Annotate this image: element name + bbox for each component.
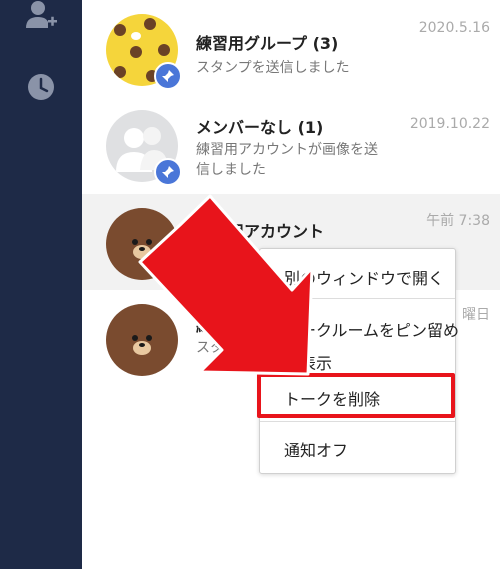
chat-name: 練習 <box>196 316 229 335</box>
chat-name: 練習用アカウント <box>196 222 325 241</box>
context-menu: 別のウィンドウで開く トークルームをピン留め 非表示 トークを削除 通知オフ <box>259 248 459 474</box>
menu-item-open-new-window[interactable]: 別のウィンドウで開く <box>284 265 444 289</box>
sidebar <box>0 0 82 569</box>
chat-date: 午前 7:38 <box>426 213 490 229</box>
clock-icon[interactable] <box>24 70 58 104</box>
menu-item-notify-off[interactable]: 通知オフ <box>284 437 348 461</box>
pin-icon <box>154 62 182 90</box>
chat-date: 2019.10.22 <box>409 116 490 132</box>
chat-date: 曜日 <box>462 307 490 323</box>
chat-preview: 練習用アカウントが画像を送信しました <box>196 142 378 178</box>
chat-name: メンバーなし (1) <box>196 118 324 137</box>
menu-item-pin-room[interactable]: トークルームをピン留め <box>284 317 459 341</box>
chat-row-no-members[interactable]: メンバーなし (1) 練習用アカウントが画像を送信しました 2019.10.22 <box>82 96 500 194</box>
chat-preview: スタンプ <box>196 340 252 356</box>
menu-divider <box>260 298 455 299</box>
add-friend-icon[interactable] <box>24 0 58 34</box>
avatar <box>106 304 178 376</box>
delete-highlight-box <box>257 373 455 418</box>
pin-icon <box>154 158 182 186</box>
chat-preview: スタンプを送信しました <box>196 60 350 76</box>
menu-item-hide[interactable]: 非表示 <box>284 350 332 374</box>
chat-date: 2020.5.16 <box>418 20 490 36</box>
avatar <box>106 208 178 280</box>
chat-row-practice-group[interactable]: 練習用グループ (3) スタンプを送信しました 2020.5.16 <box>82 0 500 96</box>
chat-name: 練習用グループ (3) <box>196 34 339 53</box>
menu-divider <box>260 421 455 422</box>
